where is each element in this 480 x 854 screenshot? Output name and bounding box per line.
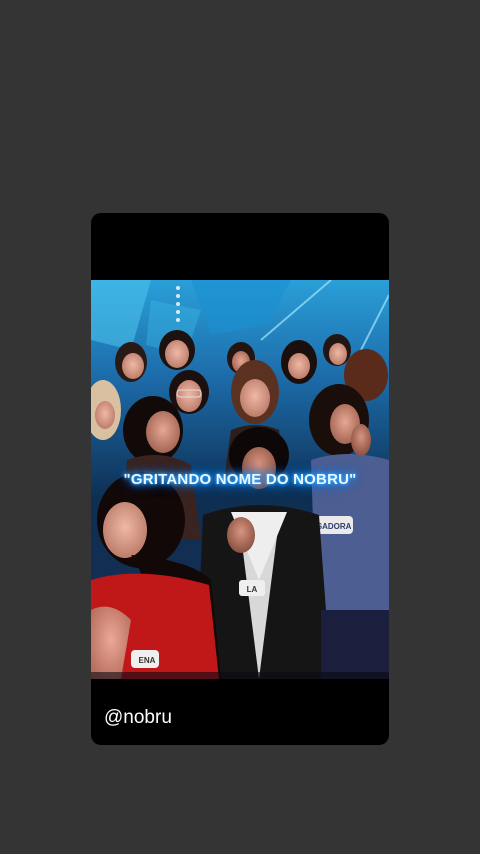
- name-badge-right: ISADORA: [315, 522, 352, 531]
- story-card[interactable]: ISADORA LA ENA "GRITANDO NOME DO NOBRU" …: [91, 213, 389, 745]
- account-handle[interactable]: @nobru: [104, 707, 172, 729]
- name-badge-left: ENA: [139, 656, 156, 665]
- video-frame[interactable]: ISADORA LA ENA "GRITANDO NOME DO NOBRU": [91, 280, 389, 679]
- name-badge-center: LA: [247, 585, 258, 594]
- story-viewer-screen: ISADORA LA ENA "GRITANDO NOME DO NOBRU" …: [0, 0, 480, 854]
- video-caption: "GRITANDO NOME DO NOBRU": [123, 471, 357, 488]
